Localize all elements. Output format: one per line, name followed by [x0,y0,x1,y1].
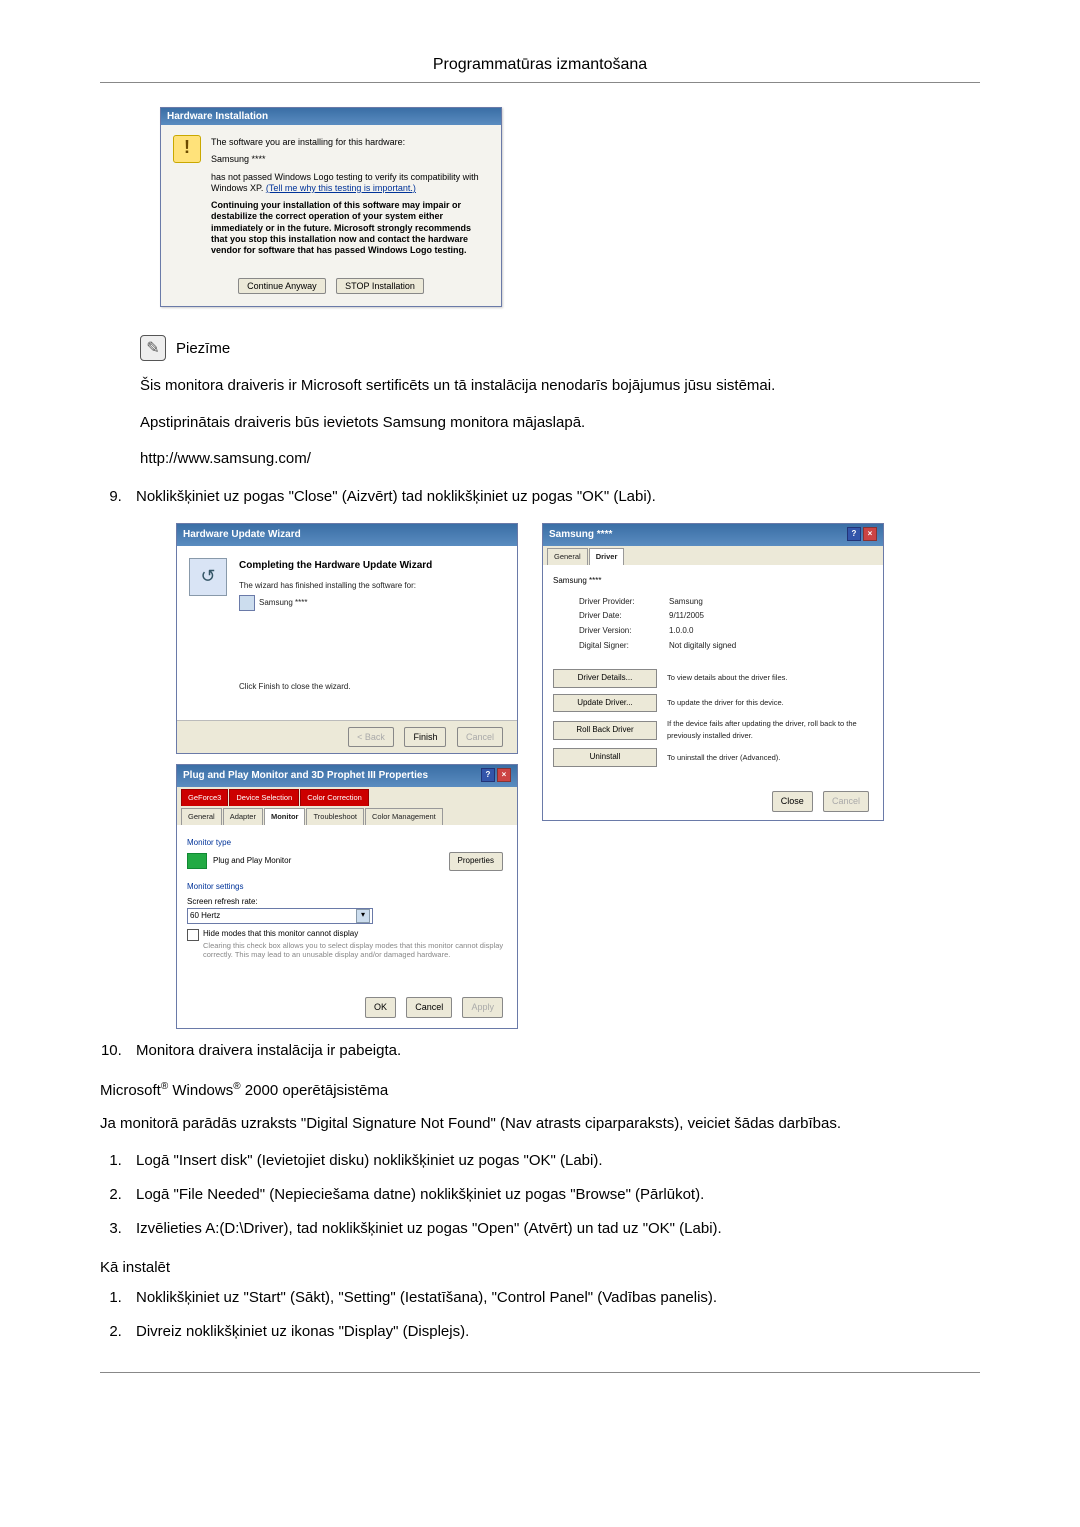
tell-me-why-link[interactable]: (Tell me why this testing is important.) [266,183,416,193]
driver-details-button[interactable]: Driver Details... [553,669,657,688]
step-10: Monitora draivera instalācija ir pabeigt… [126,1039,980,1063]
wizard-device: Samsung **** [239,595,505,611]
tab-general[interactable]: General [181,808,222,825]
tab-general[interactable]: General [547,548,588,565]
hardware-update-wizard: Hardware Update Wizard Completing the Ha… [176,523,518,754]
monitor-properties-dialog: Plug and Play Monitor and 3D Prophet III… [176,764,518,1028]
cancel-button: Cancel [457,727,503,747]
checkbox-label: Hide modes that this monitor cannot disp… [203,928,507,941]
howto-heading: Kā instalēt [100,1259,980,1276]
close-icon[interactable]: × [863,527,877,541]
divider-top [100,82,980,83]
tab-geforce3[interactable]: GeForce3 [181,789,228,806]
field-value: Not digitally signed [669,640,873,653]
continue-anyway-button[interactable]: Continue Anyway [238,278,326,294]
button-description: To view details about the driver files. [667,672,873,684]
hardware-installation-dialog: Hardware Installation The software you a… [160,107,502,307]
update-driver-button[interactable]: Update Driver... [553,694,657,713]
howto-step-1: Noklikšķiniet uz "Start" (Sākt), "Settin… [126,1286,980,1310]
ok-button[interactable]: OK [365,997,396,1017]
body-url: http://www.samsung.com/ [140,448,980,471]
step-9: Noklikšķiniet uz pogas "Close" (Aizvērt)… [126,485,980,1029]
field-label: Driver Date: [579,610,669,623]
section-label: Monitor settings [187,881,507,894]
close-button[interactable]: Close [772,791,813,811]
body-text: Ja monitorā parādās uzraksts "Digital Si… [100,1113,980,1136]
note-heading: Piezīme [176,340,230,357]
divider-bottom [100,1372,980,1373]
dialog-text: The software you are installing for this… [211,137,489,148]
field-value: Samsung [669,596,873,609]
help-icon[interactable]: ? [847,527,861,541]
cancel-button: Cancel [823,791,869,811]
tab-driver[interactable]: Driver [589,548,625,565]
stop-installation-button[interactable]: STOP Installation [336,278,424,294]
monitor-icon [187,853,207,869]
button-description: To update the driver for this device. [667,697,873,709]
tab-color-management[interactable]: Color Management [365,808,443,825]
wizard-title: Hardware Update Wizard [177,524,517,546]
apply-button: Apply [462,997,503,1017]
howto-step-2: Divreiz noklikšķiniet uz ikonas "Display… [126,1320,980,1344]
tab-adapter[interactable]: Adapter [223,808,263,825]
cancel-button[interactable]: Cancel [406,997,452,1017]
field-label: Driver Provider: [579,596,669,609]
note-icon: ✎ [140,335,166,361]
props-title: Plug and Play Monitor and 3D Prophet III… [183,768,428,784]
driver-title: Samsung **** [549,527,612,543]
checkbox-note: Clearing this check box allows you to se… [203,941,507,959]
page-title: Programmatūras izmantošana [100,56,980,74]
tab-monitor[interactable]: Monitor [264,808,306,825]
warning-icon [173,135,201,163]
dialog-title: Hardware Installation [161,108,501,125]
device-icon [239,595,255,611]
field-label: Digital Signer: [579,640,669,653]
help-icon[interactable]: ? [481,768,495,782]
tab-color-correction[interactable]: Color Correction [300,789,369,806]
driver-device: Samsung **** [553,576,601,585]
body-text: Šis monitora draiveris ir Microsoft sert… [140,375,980,398]
hide-modes-checkbox[interactable] [187,929,199,941]
os-heading: Microsoft® Windows® 2000 operētājsistēma [100,1081,980,1099]
chevron-down-icon[interactable]: ▾ [356,909,370,923]
sig-step-1: Logā "Insert disk" (Ievietojiet disku) n… [126,1149,980,1173]
sig-step-2: Logā "File Needed" (Nepieciešama datne) … [126,1183,980,1207]
wizard-text: Click Finish to close the wizard. [239,681,505,694]
field-value: 9/11/2005 [669,610,873,623]
finish-button[interactable]: Finish [404,727,446,747]
back-button: < Back [348,727,394,747]
dialog-device: Samsung **** [211,154,489,165]
wizard-icon [189,558,227,596]
sig-step-3: Izvēlieties A:(D:\Driver), tad noklikšķi… [126,1217,980,1241]
close-icon[interactable]: × [497,768,511,782]
dialog-warning-text: Continuing your installation of this sof… [211,200,489,256]
dialog-text: has not passed Windows Logo testing to v… [211,172,489,195]
button-description: To uninstall the driver (Advanced). [667,752,873,764]
tab-troubleshoot[interactable]: Troubleshoot [306,808,364,825]
field-value: 1.0.0.0 [669,625,873,638]
refresh-rate-select[interactable]: 60 Hertz ▾ [187,908,373,924]
uninstall-button[interactable]: Uninstall [553,748,657,767]
monitor-name: Plug and Play Monitor [213,855,291,868]
driver-properties-dialog: Samsung **** ? × General Driver Sams [542,523,884,821]
wizard-heading: Completing the Hardware Update Wizard [239,558,505,574]
field-label: Screen refresh rate: [187,896,507,909]
field-label: Driver Version: [579,625,669,638]
wizard-text: The wizard has finished installing the s… [239,580,505,593]
body-text: Apstiprinātais draiveris būs ievietots S… [140,412,980,435]
properties-button[interactable]: Properties [449,852,503,871]
button-description: If the device fails after updating the d… [667,718,873,742]
tab-device-selection[interactable]: Device Selection [229,789,299,806]
roll-back-driver-button[interactable]: Roll Back Driver [553,721,657,740]
section-label: Monitor type [187,837,507,850]
